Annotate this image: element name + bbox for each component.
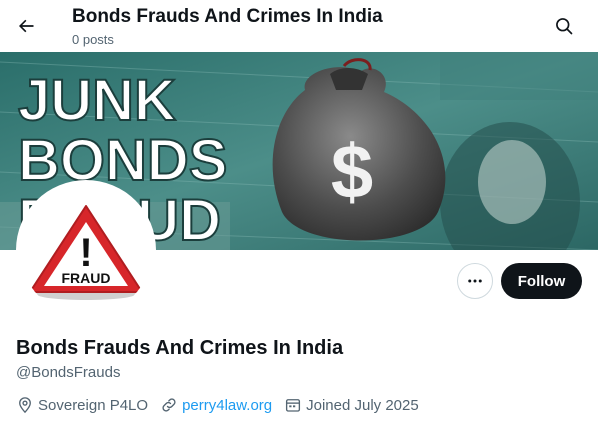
display-name: Bonds Frauds And Crimes In India <box>16 337 344 359</box>
profile-meta: Sovereign P4LO perry4law.org Joined July… <box>16 395 431 415</box>
profile-avatar[interactable]: ! FRAUD <box>16 180 156 320</box>
search-button[interactable] <box>548 10 580 42</box>
calendar-icon <box>286 399 301 412</box>
follow-button[interactable]: Follow <box>501 263 582 299</box>
arrow-left-icon <box>19 19 34 33</box>
search-icon <box>556 18 573 35</box>
location-pin-icon <box>19 397 31 414</box>
joined-item: Joined July 2025 <box>284 396 419 414</box>
joined-date: Joined July 2025 <box>306 396 419 414</box>
more-options-button[interactable] <box>457 263 493 299</box>
avatar-fraud-text: FRAUD <box>62 270 111 286</box>
location-text: Sovereign P4LO <box>38 396 149 414</box>
more-horizontal-icon <box>468 279 482 283</box>
warning-mark: ! <box>79 231 92 275</box>
website-item: perry4law.org <box>160 396 272 414</box>
warning-triangle-icon: ! FRAUD <box>29 205 143 300</box>
link-icon <box>162 398 176 412</box>
post-count: 0 posts <box>72 32 114 47</box>
website-link[interactable]: perry4law.org <box>182 397 272 414</box>
header-title: Bonds Frauds And Crimes In India <box>72 6 383 27</box>
banner-line-bonds: BONDS <box>18 128 227 193</box>
back-button[interactable] <box>10 10 42 42</box>
avatar-image: ! FRAUD <box>20 184 152 316</box>
user-handle: @BondsFrauds <box>16 364 121 381</box>
location-item: Sovereign P4LO <box>16 396 148 414</box>
top-bar: Bonds Frauds And Crimes In India 0 posts <box>0 0 598 52</box>
bag-dollar-sign: $ <box>331 130 373 215</box>
banner-line-junk: JUNK <box>18 68 176 133</box>
